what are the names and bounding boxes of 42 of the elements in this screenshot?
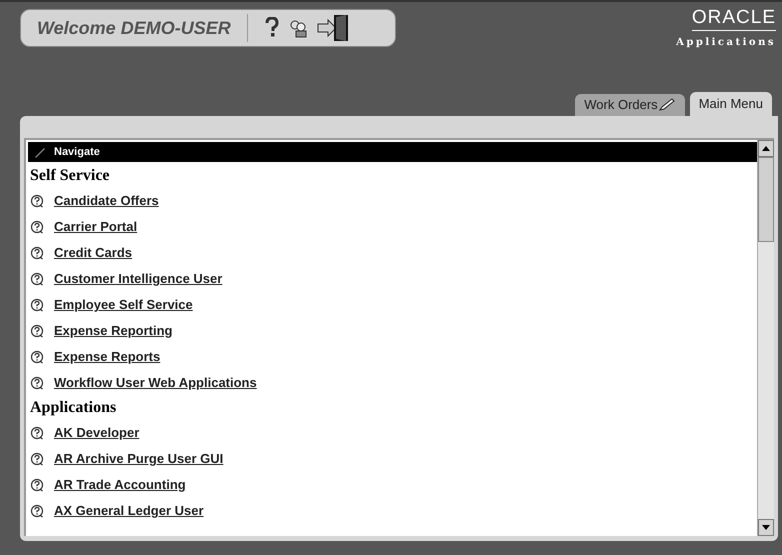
help-icon xyxy=(30,194,44,208)
help-icon xyxy=(30,246,44,260)
menu-link[interactable]: AK Developer xyxy=(54,423,140,443)
menu-link[interactable]: Employee Self Service xyxy=(54,295,193,315)
tab[interactable]: Main Menu xyxy=(690,92,772,116)
section-heading: Self Service xyxy=(30,166,111,186)
help-icon xyxy=(30,504,44,518)
help-icon xyxy=(30,324,44,338)
people-icon[interactable] xyxy=(288,18,308,38)
scrollbar-thumb[interactable] xyxy=(758,157,774,242)
scrollbar[interactable] xyxy=(757,140,774,536)
product-text: Applications xyxy=(676,36,776,50)
menu-link[interactable]: AR Archive Purge User GUI xyxy=(54,449,224,469)
help-icon xyxy=(30,298,44,312)
scroll-down-button[interactable] xyxy=(758,519,774,536)
help-icon xyxy=(30,376,44,390)
section-heading: Applications xyxy=(30,398,118,418)
help-icon xyxy=(30,426,44,440)
help-icon xyxy=(30,350,44,364)
pencil-icon xyxy=(658,98,676,112)
menu-link[interactable]: Credit Cards xyxy=(54,243,132,263)
navigate-title: Navigate xyxy=(54,144,100,160)
help-icon xyxy=(30,478,44,492)
menu-link[interactable]: Workflow User Web Applications xyxy=(54,373,257,393)
help-icon xyxy=(30,272,44,286)
menu-link[interactable]: Carrier Portal xyxy=(54,217,138,237)
tab[interactable]: Work Orders xyxy=(575,94,685,116)
menu-link[interactable]: Expense Reports xyxy=(54,347,160,367)
down-arrow-icon xyxy=(762,525,770,530)
brand-text: ORACLE xyxy=(692,8,776,31)
menu-link[interactable]: Expense Reporting xyxy=(54,321,172,341)
scroll-up-button[interactable] xyxy=(758,140,774,157)
pencil-icon xyxy=(34,146,46,158)
welcome-text: Welcome DEMO-USER xyxy=(37,16,231,40)
up-arrow-icon xyxy=(762,146,770,151)
logout-icon[interactable] xyxy=(316,13,350,43)
menu-link[interactable]: AR Trade Accounting xyxy=(54,475,186,495)
help-icon xyxy=(30,452,44,466)
help-icon xyxy=(30,220,44,234)
menu-link[interactable]: Candidate Offers xyxy=(54,191,159,211)
menu-link[interactable]: AX General Ledger User xyxy=(54,501,204,521)
menu-link[interactable]: Customer Intelligence User xyxy=(54,269,222,289)
